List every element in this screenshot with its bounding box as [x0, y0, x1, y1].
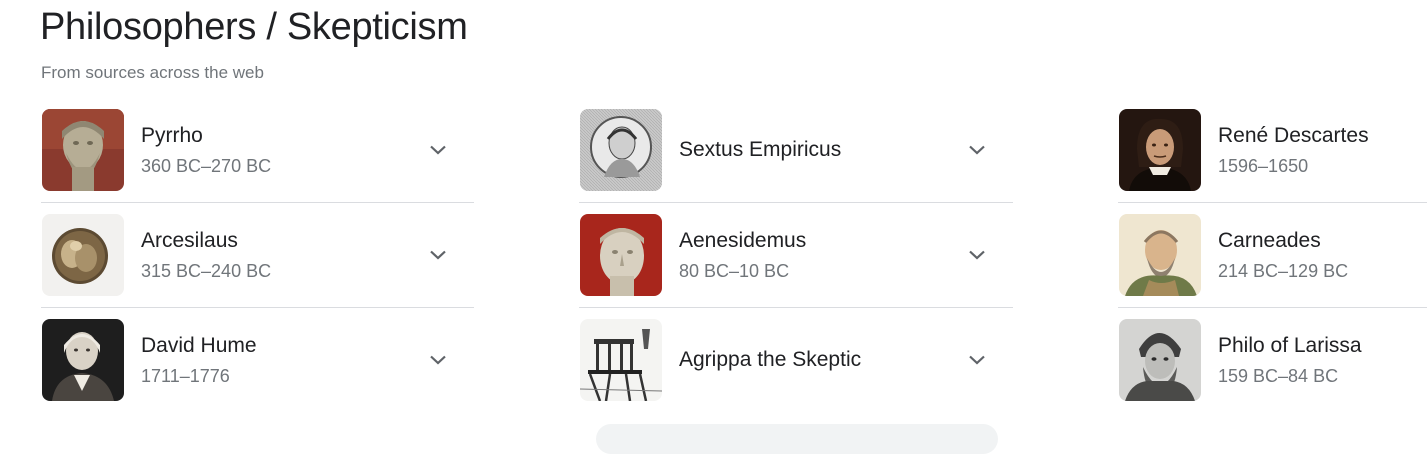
- chevron-down-icon[interactable]: [965, 138, 989, 162]
- descartes-portrait-icon: [1119, 109, 1201, 191]
- list-item-rene-descartes[interactable]: René Descartes 1596–1650: [1118, 98, 1427, 203]
- item-name: Aenesidemus: [679, 228, 807, 252]
- chevron-down-icon[interactable]: [426, 243, 450, 267]
- list-item-david-hume[interactable]: David Hume 1711–1776: [41, 308, 474, 412]
- item-dates: 80 BC–10 BC: [679, 260, 790, 281]
- aenesidemus-bust-icon: [580, 214, 662, 296]
- item-dates: 159 BC–84 BC: [1218, 365, 1339, 386]
- arcesilaus-coin-icon: [42, 214, 124, 296]
- page-subtitle: From sources across the web: [41, 63, 264, 82]
- item-dates: 360 BC–270 BC: [141, 155, 272, 176]
- list-item-pyrrho[interactable]: Pyrrho 360 BC–270 BC: [41, 98, 474, 203]
- item-name: René Descartes: [1218, 123, 1369, 147]
- item-name: Sextus Empiricus: [679, 138, 842, 161]
- item-dates: 1596–1650: [1218, 155, 1309, 176]
- agrippa-engraving-icon: [580, 319, 662, 401]
- chevron-down-icon[interactable]: [426, 348, 450, 372]
- list-item-agrippa-the-skeptic[interactable]: Agrippa the Skeptic: [579, 308, 1013, 412]
- item-dates: 315 BC–240 BC: [141, 260, 272, 281]
- philo-engraving-icon: [1119, 319, 1201, 401]
- chevron-down-icon[interactable]: [965, 243, 989, 267]
- item-name: Arcesilaus: [141, 228, 238, 252]
- item-name: David Hume: [141, 333, 257, 357]
- column-1: Pyrrho 360 BC–270 BC Arcesilaus 315 BC–2…: [41, 98, 474, 412]
- carneades-portrait-icon: [1119, 214, 1201, 296]
- item-name: Pyrrho: [141, 123, 203, 147]
- item-name: Philo of Larissa: [1218, 333, 1362, 357]
- item-dates: 214 BC–129 BC: [1218, 260, 1349, 281]
- sextus-empiricus-medallion-icon: [580, 109, 662, 191]
- item-name: Agrippa the Skeptic: [679, 348, 862, 371]
- chevron-down-icon[interactable]: [965, 348, 989, 372]
- list-item-carneades[interactable]: Carneades 214 BC–129 BC: [1118, 203, 1427, 308]
- show-more-button[interactable]: [596, 424, 998, 454]
- david-hume-portrait-icon: [42, 319, 124, 401]
- column-2: Sextus Empiricus Aenesidemus 80 BC–10 BC…: [579, 98, 1013, 412]
- list-item-aenesidemus[interactable]: Aenesidemus 80 BC–10 BC: [579, 203, 1013, 308]
- page-title: Philosophers / Skepticism: [40, 6, 468, 48]
- list-item-arcesilaus[interactable]: Arcesilaus 315 BC–240 BC: [41, 203, 474, 308]
- item-name: Carneades: [1218, 228, 1321, 252]
- pyrrho-bust-icon: [42, 109, 124, 191]
- item-dates: 1711–1776: [141, 365, 230, 386]
- list-item-sextus-empiricus[interactable]: Sextus Empiricus: [579, 98, 1013, 203]
- philosopher-grid: Pyrrho 360 BC–270 BC Arcesilaus 315 BC–2…: [41, 98, 1427, 412]
- column-3: René Descartes 1596–1650 Carneades 214 B…: [1118, 98, 1427, 412]
- list-item-philo-of-larissa[interactable]: Philo of Larissa 159 BC–84 BC: [1118, 308, 1427, 412]
- chevron-down-icon[interactable]: [426, 138, 450, 162]
